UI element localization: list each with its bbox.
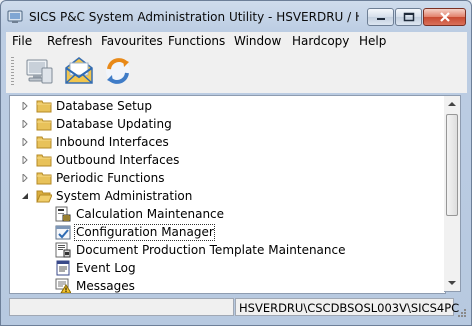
tree-folder-label: Database Updating <box>56 117 172 131</box>
tree-item-label: Document Production Template Maintenance <box>76 243 346 257</box>
toolbar <box>6 51 467 93</box>
tree-folder-system-administration[interactable]: System Administration <box>10 187 430 205</box>
tree-vertical-scrollbar[interactable] <box>444 95 461 292</box>
toolbar-refresh-button[interactable] <box>101 54 135 88</box>
tree-folder-inbound-interfaces[interactable]: Inbound Interfaces <box>10 133 430 151</box>
tree-item-label: Calculation Maintenance <box>76 207 225 221</box>
tree-item-label: Event Log <box>76 261 136 275</box>
expand-arrow-icon[interactable] <box>21 174 29 182</box>
tree-folder-label: Inbound Interfaces <box>56 135 169 149</box>
collapse-arrow-icon[interactable] <box>21 192 29 200</box>
tree-folder-periodic-functions[interactable]: Periodic Functions <box>10 169 430 187</box>
tree-item-label: Configuration Manager <box>76 225 214 239</box>
open-folder-icon <box>36 190 52 203</box>
message-warning-icon <box>55 278 71 293</box>
maximize-icon <box>403 12 414 22</box>
status-bar: HSVERDRU\CSCDBSOSL003V\SICS4PC <box>6 295 467 321</box>
menu-hardcopy[interactable]: Hardcopy <box>292 34 349 48</box>
computer-icon <box>26 59 53 84</box>
tree-item-configuration-manager[interactable]: Configuration Manager <box>10 223 430 241</box>
title-bar[interactable]: SICS P&C System Administration Utility -… <box>1 1 471 32</box>
menu-file[interactable]: File <box>12 34 32 48</box>
tree-folder-database-setup[interactable]: Database Setup <box>10 97 430 115</box>
status-pane-left <box>9 298 234 316</box>
connection-info: HSVERDRU\CSCDBSOSL003V\SICS4PC <box>239 301 460 315</box>
resize-grip-icon[interactable] <box>456 307 467 318</box>
refresh-icon <box>106 58 130 84</box>
tree-folder-label: Outbound Interfaces <box>56 153 180 167</box>
template-document-icon <box>55 242 71 258</box>
tree-folder-outbound-interfaces[interactable]: Outbound Interfaces <box>10 151 430 169</box>
menu-favourites[interactable]: Favourites <box>101 34 163 48</box>
tree-folder-label: System Administration <box>56 189 193 203</box>
status-pane-connection: HSVERDRU\CSCDBSOSL003V\SICS4PC <box>235 298 459 316</box>
scrollbar-thumb[interactable] <box>446 114 458 216</box>
menu-refresh[interactable]: Refresh <box>47 34 92 48</box>
toolbar-grip[interactable] <box>11 57 14 87</box>
tree-item-calculation-maintenance[interactable]: Calculation Maintenance <box>10 205 430 223</box>
close-button[interactable] <box>423 8 466 26</box>
minimize-icon <box>376 18 385 20</box>
checklist-icon <box>55 225 71 240</box>
menu-window[interactable]: Window <box>234 34 281 48</box>
menu-functions[interactable]: Functions <box>168 34 225 48</box>
log-icon <box>56 260 70 276</box>
expand-arrow-icon[interactable] <box>21 138 29 146</box>
toolbar-computer-button[interactable] <box>22 54 56 88</box>
tree-item-document-production-template-maintenance[interactable]: Document Production Template Maintenance <box>10 241 430 259</box>
folder-icon <box>36 154 52 167</box>
expand-arrow-icon[interactable] <box>21 102 29 110</box>
menu-help[interactable]: Help <box>359 34 386 48</box>
scroll-up-arrow-icon[interactable] <box>444 96 460 112</box>
tree-folder-database-updating[interactable]: Database Updating <box>10 115 430 133</box>
folder-icon <box>36 136 52 149</box>
tree-item-event-log[interactable]: Event Log <box>10 259 430 277</box>
tree-folder-label: Periodic Functions <box>56 171 165 185</box>
app-icon <box>7 10 23 23</box>
app-window: SICS P&C System Administration Utility -… <box>0 0 472 326</box>
close-icon <box>439 12 450 22</box>
menu-bar: File Refresh Favourites Functions Window… <box>6 32 467 51</box>
window-title: SICS P&C System Administration Utility -… <box>29 10 359 24</box>
minimize-button[interactable] <box>367 8 394 26</box>
toolbar-mail-button[interactable] <box>62 54 96 88</box>
mail-icon <box>65 57 93 84</box>
calculator-document-icon <box>55 206 71 222</box>
folder-icon <box>36 118 52 131</box>
folder-icon <box>36 100 52 113</box>
function-tree[interactable]: Database Setup Database Updating Inbound… <box>9 95 446 294</box>
tree-item-messages[interactable]: Messages <box>10 277 430 293</box>
expand-arrow-icon[interactable] <box>21 120 29 128</box>
scroll-down-arrow-icon[interactable] <box>444 275 460 291</box>
folder-icon <box>36 172 52 185</box>
maximize-button[interactable] <box>395 8 422 26</box>
tree-item-label: Messages <box>76 279 135 293</box>
tree-folder-label: Database Setup <box>56 99 152 113</box>
expand-arrow-icon[interactable] <box>21 156 29 164</box>
